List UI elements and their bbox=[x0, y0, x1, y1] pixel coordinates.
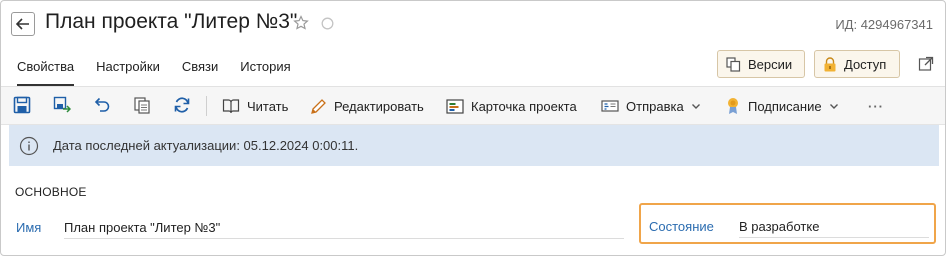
arrow-left-icon bbox=[16, 18, 29, 30]
save-and-close-icon[interactable] bbox=[53, 96, 71, 114]
toolbar: Читать Редактировать Карточка проекта От… bbox=[1, 87, 945, 125]
sign-dropdown[interactable]: Подписание bbox=[725, 96, 839, 116]
document-id: ИД: 4294967341 bbox=[835, 17, 933, 32]
name-field-underline bbox=[64, 238, 624, 239]
send-dropdown[interactable]: Отправка bbox=[601, 96, 701, 116]
access-label: Доступ bbox=[844, 56, 887, 72]
edit-button[interactable]: Редактировать bbox=[310, 96, 424, 116]
read-label: Читать bbox=[247, 98, 289, 114]
more-menu-button[interactable]: ··· bbox=[868, 96, 884, 116]
signature-seal-icon bbox=[728, 98, 738, 114]
project-card-icon bbox=[446, 98, 464, 114]
tab-history[interactable]: История bbox=[240, 59, 312, 83]
project-card-button[interactable]: Карточка проекта bbox=[446, 96, 577, 116]
chevron-down-icon bbox=[691, 104, 700, 109]
tab-links[interactable]: Связи bbox=[182, 59, 240, 83]
back-button[interactable] bbox=[11, 12, 35, 36]
versions-label: Версии bbox=[748, 56, 793, 72]
versions-icon bbox=[726, 56, 741, 72]
send-icon bbox=[601, 100, 619, 112]
access-button[interactable]: Доступ bbox=[814, 50, 900, 78]
sign-label: Подписание bbox=[748, 98, 822, 114]
save-icon[interactable] bbox=[13, 96, 31, 114]
state-field[interactable]: В разработке bbox=[739, 219, 819, 234]
name-label: Имя bbox=[16, 220, 42, 235]
page-title: План проекта "Литер №3" bbox=[45, 10, 298, 33]
document-window: План проекта "Литер №3" ИД: 4294967341 С… bbox=[0, 0, 946, 256]
state-field-underline bbox=[739, 237, 929, 238]
send-label: Отправка bbox=[626, 98, 684, 114]
tab-properties[interactable]: Свойства bbox=[17, 59, 96, 86]
edit-label: Редактировать bbox=[334, 98, 424, 114]
info-icon bbox=[19, 136, 39, 155]
tab-bar: Свойства Настройки Связи История bbox=[17, 59, 313, 86]
tab-settings[interactable]: Настройки bbox=[96, 59, 182, 83]
read-button[interactable]: Читать bbox=[222, 96, 288, 116]
undo-icon[interactable] bbox=[93, 96, 111, 114]
state-label: Состояние bbox=[649, 219, 714, 234]
open-external-icon[interactable] bbox=[918, 56, 934, 72]
chevron-down-icon bbox=[829, 104, 838, 109]
pencil-icon bbox=[311, 98, 326, 114]
toolbar-separator bbox=[206, 96, 207, 116]
copy-icon[interactable] bbox=[133, 96, 151, 114]
status-circle-icon bbox=[321, 17, 334, 30]
book-icon bbox=[222, 99, 240, 114]
refresh-icon[interactable] bbox=[173, 96, 191, 114]
title-row: План проекта "Литер №3" ИД: 4294967341 bbox=[1, 1, 945, 47]
name-field[interactable]: План проекта "Литер №3" bbox=[64, 220, 220, 235]
star-icon[interactable] bbox=[293, 15, 309, 31]
info-text: Дата последней актуализации: 05.12.2024 … bbox=[53, 138, 359, 153]
info-banner: Дата последней актуализации: 05.12.2024 … bbox=[9, 125, 939, 166]
project-card-label: Карточка проекта bbox=[471, 98, 577, 114]
section-title: ОСНОВНОЕ bbox=[15, 185, 87, 199]
versions-button[interactable]: Версии bbox=[717, 50, 805, 78]
lock-icon bbox=[824, 56, 836, 71]
